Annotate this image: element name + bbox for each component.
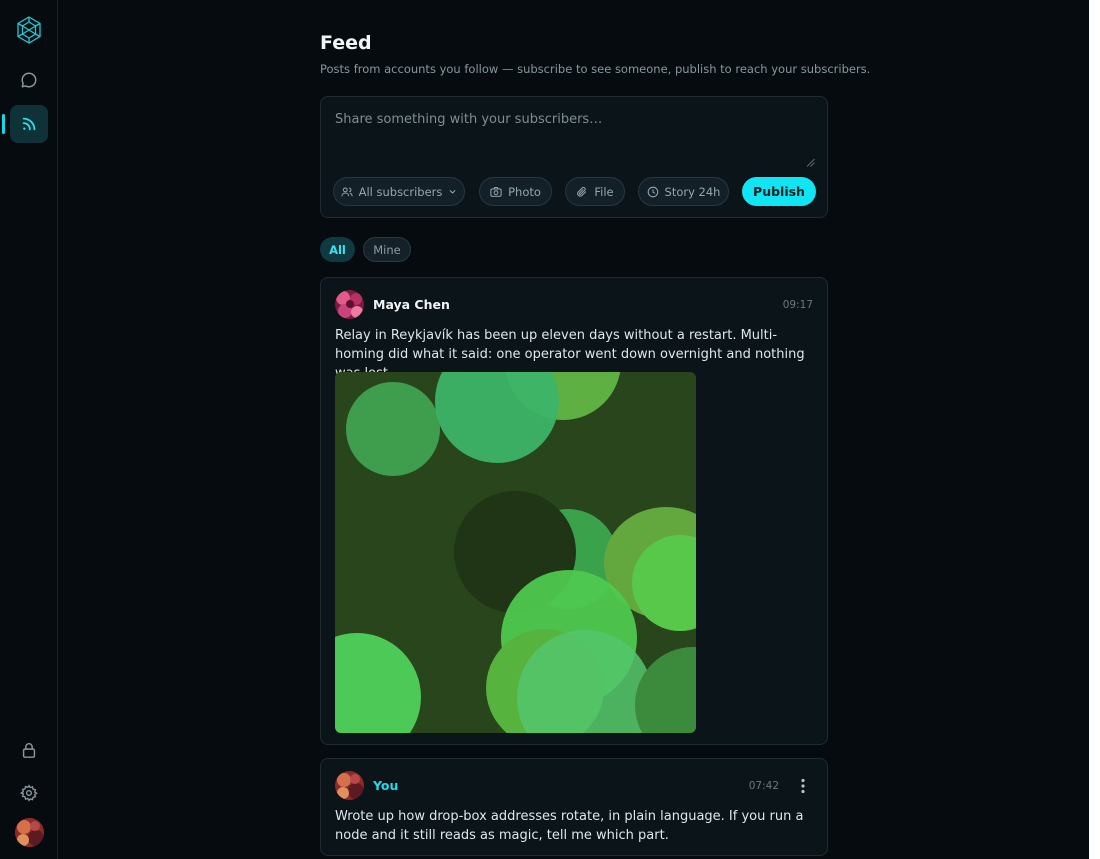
story-label: Story 24h	[664, 184, 721, 199]
file-label: File	[594, 184, 614, 199]
feed-post: Maya Chen 09:17 Relay in Reykjavík has b…	[320, 277, 828, 745]
users-icon	[340, 186, 353, 196]
feed-post: You 07:42 Wrote up how drop-box addresse…	[320, 758, 828, 856]
author-avatar[interactable]	[335, 771, 364, 800]
composer-input[interactable]: Share something with your subscribers…	[335, 112, 602, 127]
active-indicator	[2, 114, 5, 134]
lock-icon[interactable]	[10, 731, 48, 769]
page-subtitle: Posts from accounts you follow — subscri…	[320, 62, 871, 76]
filter-mine[interactable]: Mine	[363, 237, 411, 262]
photo-label: Photo	[508, 184, 541, 199]
sidebar	[0, 0, 58, 859]
camera-icon	[490, 186, 502, 197]
file-button[interactable]: File	[565, 177, 625, 206]
audience-label: All subscribers	[358, 184, 443, 199]
photo-button[interactable]: Photo	[479, 177, 552, 206]
clock-icon	[647, 186, 658, 197]
post-author[interactable]: Maya Chen	[373, 297, 450, 312]
publish-button[interactable]: Publish	[742, 177, 816, 206]
chevron-down-icon	[449, 190, 456, 194]
gear-icon[interactable]	[10, 774, 48, 812]
app-root: Feed Posts from accounts you follow — su…	[0, 0, 1100, 859]
logo-icon[interactable]	[10, 11, 48, 49]
more-options-icon[interactable]	[795, 777, 811, 795]
story-button[interactable]: Story 24h	[638, 177, 729, 206]
post-author[interactable]: You	[373, 778, 398, 793]
post-time: 07:42	[748, 780, 779, 792]
post-image[interactable]	[335, 372, 696, 733]
post-body: Wrote up how drop-box addresses rotate, …	[335, 809, 804, 843]
feed-icon[interactable]	[10, 105, 48, 143]
scrollbar[interactable]	[1089, 0, 1100, 859]
post-composer: Share something with your subscribers… A…	[320, 96, 828, 218]
filter-all[interactable]: All	[320, 237, 355, 262]
resize-grip-icon[interactable]	[806, 158, 815, 167]
author-avatar[interactable]	[335, 290, 364, 319]
user-avatar[interactable]	[15, 818, 44, 847]
paperclip-icon	[577, 186, 587, 197]
page-title: Feed	[320, 32, 372, 54]
post-time: 09:17	[782, 299, 813, 311]
audience-select[interactable]: All subscribers	[333, 177, 465, 206]
chat-icon[interactable]	[10, 61, 48, 99]
